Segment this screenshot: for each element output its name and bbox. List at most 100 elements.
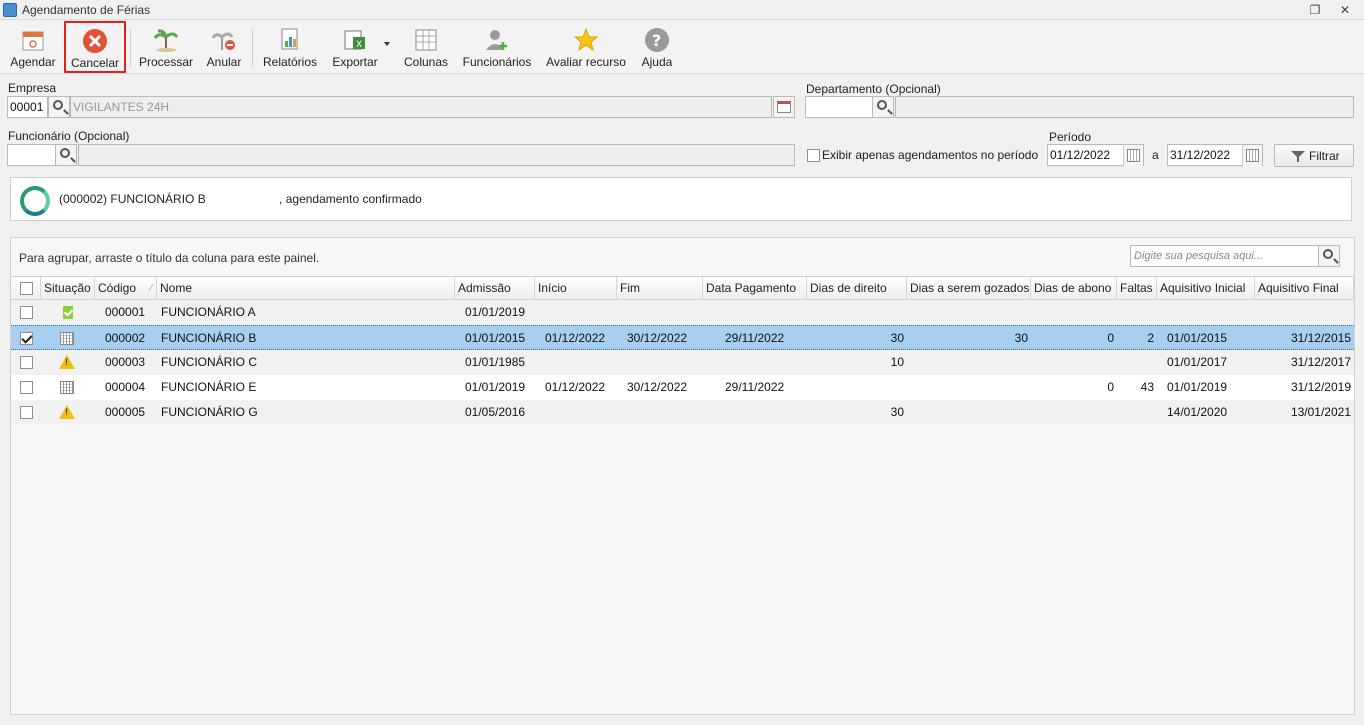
cell-dias_gozados <box>907 350 1031 375</box>
cancel-icon <box>82 28 108 54</box>
periodo-inicio-calendar-button[interactable] <box>1123 145 1143 167</box>
cell-dias_direito <box>807 300 907 325</box>
row-select-checkbox[interactable] <box>20 406 33 419</box>
column-header-label: Início <box>538 281 567 295</box>
periodo-inicio-input[interactable]: 01/12/2022 <box>1047 144 1144 167</box>
empresa-code-input[interactable]: 00001 <box>7 96 48 118</box>
funcionario-code-input[interactable] <box>7 144 56 166</box>
column-header-dias_gozados[interactable]: Dias a serem gozados <box>907 277 1031 300</box>
processar-button[interactable]: Processar <box>138 24 194 71</box>
cell-faltas <box>1117 300 1157 325</box>
empresa-search-button[interactable] <box>48 96 70 118</box>
empresa-label: Empresa <box>8 81 57 95</box>
column-header-label: Nome <box>160 281 193 295</box>
column-header-dias_abono[interactable]: Dias de abono <box>1031 277 1117 300</box>
title-bar: Agendamento de Férias ❐ ✕ <box>0 0 1364 20</box>
warning-icon <box>59 355 75 369</box>
column-header-faltas[interactable]: Faltas <box>1117 277 1157 300</box>
exportar-dropdown-arrow[interactable] <box>382 39 392 49</box>
column-header-aq_inicial[interactable]: Aquisitivo Inicial <box>1157 277 1255 300</box>
row-select-checkbox[interactable] <box>20 332 33 345</box>
periodo-fim-calendar-button[interactable] <box>1242 145 1262 167</box>
row-select-checkbox[interactable] <box>20 356 33 369</box>
cell-faltas: 2 <box>1147 331 1154 345</box>
select-all-checkbox[interactable] <box>20 282 33 295</box>
column-header-label: Dias de abono <box>1034 281 1112 295</box>
table-row[interactable]: 000002 FUNCIONÁRIO B 01/01/2015 01/12/2022 3… <box>11 325 1354 350</box>
calendar-icon <box>60 381 74 394</box>
avaliar-recurso-button[interactable]: Avaliar recurso <box>544 24 628 71</box>
grid-search-button[interactable] <box>1318 245 1340 267</box>
table-row[interactable]: 000003 FUNCIONÁRIO C 01/01/1985 10 01/01/201… <box>11 350 1354 375</box>
company-logo-ring-icon <box>20 186 50 216</box>
exportar-button[interactable]: X Exportar <box>326 24 384 71</box>
agendar-button[interactable]: Agendar <box>8 24 58 71</box>
cell-aq_final: 31/12/2015 <box>1290 331 1351 345</box>
column-header-inicio[interactable]: Início <box>535 277 617 300</box>
cell-aq_inicial <box>1157 300 1255 325</box>
periodo-fim-input[interactable]: 31/12/2022 <box>1167 144 1263 167</box>
column-header-admissao[interactable]: Admissão <box>455 277 535 300</box>
cell-faltas <box>1117 350 1157 375</box>
funcionarios-button[interactable]: Funcionários <box>460 24 534 71</box>
periodo-fim-value: 31/12/2022 <box>1170 148 1231 162</box>
filtrar-button[interactable]: Filtrar <box>1274 144 1354 167</box>
cell-admissao: 01/01/1985 <box>465 355 526 369</box>
grid-search-input[interactable]: Digite sua pesquisa aqui... <box>1130 245 1319 267</box>
cell-faltas: 43 <box>1140 380 1154 394</box>
search-icon <box>877 100 887 110</box>
cell-fim: 30/12/2022 <box>627 331 688 345</box>
cell-admissao: 01/01/2019 <box>465 305 526 319</box>
table-row[interactable]: 000004 FUNCIONÁRIO E 01/01/2019 01/12/2022 3… <box>11 375 1354 400</box>
cancelar-button[interactable]: Cancelar <box>64 21 126 73</box>
empresa-calendar-button[interactable] <box>773 96 795 118</box>
ajuda-button[interactable]: ? Ajuda <box>638 24 676 71</box>
window-title: Agendamento de Férias <box>22 3 151 17</box>
cell-dias_direito: 10 <box>890 355 904 369</box>
cell-data_pagamento: 29/11/2022 <box>725 380 785 394</box>
group-by-hint: Para agrupar, arraste o título da coluna… <box>19 251 320 265</box>
cell-admissao: 01/01/2015 <box>465 331 526 345</box>
cell-dias_gozados <box>907 400 1031 425</box>
column-header-nome[interactable]: Nome <box>157 277 455 300</box>
cell-nome: FUNCIONÁRIO A <box>161 305 256 319</box>
column-header-label: Aquisitivo Final <box>1258 281 1339 295</box>
cell-dias_abono: 0 <box>1107 380 1114 394</box>
restore-icon[interactable]: ❐ <box>1306 2 1324 18</box>
departamento-search-button[interactable] <box>872 96 894 118</box>
app-icon <box>3 3 17 17</box>
relatorios-button[interactable]: Relatórios <box>260 24 320 71</box>
cell-fim <box>617 300 703 325</box>
periodo-inicio-value: 01/12/2022 <box>1050 148 1111 162</box>
cell-aq_inicial: 14/01/2020 <box>1167 405 1228 419</box>
help-icon: ? <box>644 27 670 53</box>
grid-panel: Para agrupar, arraste o título da coluna… <box>10 237 1355 715</box>
funcionario-search-button[interactable] <box>55 144 77 166</box>
table-row[interactable]: 000005 FUNCIONÁRIO G 01/05/2016 30 14/01/202… <box>11 400 1354 425</box>
row-select-checkbox[interactable] <box>20 306 33 319</box>
column-header-label: Data Pagamento <box>706 281 797 295</box>
close-icon[interactable]: ✕ <box>1336 2 1354 18</box>
cell-aq_inicial: 01/01/2019 <box>1167 380 1228 394</box>
column-header-data_pagamento[interactable]: Data Pagamento <box>703 277 807 300</box>
column-header-aq_final[interactable]: Aquisitivo Final <box>1255 277 1354 300</box>
cell-dias_gozados <box>907 375 1031 400</box>
column-header-fim[interactable]: Fim <box>617 277 703 300</box>
cell-aq_final: 31/12/2019 <box>1290 380 1351 394</box>
exibir-periodo-checkbox[interactable] <box>807 149 820 162</box>
calendar-icon <box>1246 149 1259 162</box>
table-row[interactable]: 000001 FUNCIONÁRIO A 01/01/2019 <box>11 300 1354 325</box>
colunas-button[interactable]: Colunas <box>402 24 450 71</box>
sort-indicator-icon: ⁄ <box>150 283 152 294</box>
row-select-checkbox[interactable] <box>20 381 33 394</box>
cell-data_pagamento <box>703 400 807 425</box>
departamento-code-input[interactable] <box>805 96 873 118</box>
column-header-situacao_icon[interactable]: Situação <box>41 277 95 300</box>
chevron-down-icon <box>384 42 390 46</box>
column-header-dias_direito[interactable]: Dias de direito <box>807 277 907 300</box>
cell-inicio: 01/12/2022 <box>545 380 606 394</box>
column-header-label: Dias de direito <box>810 281 887 295</box>
search-icon <box>1323 249 1333 259</box>
column-header-codigo[interactable]: Código ⁄ <box>95 277 157 300</box>
anular-button[interactable]: Anular <box>202 24 246 71</box>
